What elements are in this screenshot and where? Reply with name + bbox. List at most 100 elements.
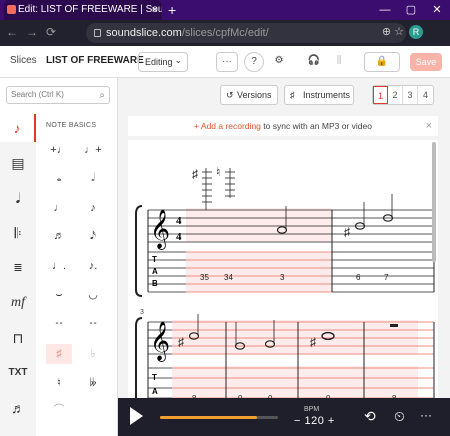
category-note-icon[interactable]: ♪ (0, 114, 36, 142)
symbol-dotted-quarter[interactable]: ♩. (46, 256, 72, 276)
tab-letter-a: A (152, 267, 158, 276)
nav-buttons[interactable]: ←→⟳ (6, 25, 64, 39)
symbol-flat[interactable]: ♭ (80, 344, 106, 364)
section-title: NOTE BASICS (46, 122, 97, 129)
category-text-icon[interactable]: TXT (0, 359, 36, 387)
symbol-dotted-eighth[interactable]: ♪. (80, 256, 106, 276)
lock-dropdown-icon[interactable]: 🔒 (364, 52, 400, 72)
breadcrumb-slices[interactable]: Slices (10, 55, 37, 66)
maximize-button[interactable]: ▢ (398, 0, 424, 20)
gear-icon[interactable]: ⚙ (268, 52, 290, 72)
category-articulation-icon[interactable]: 𝅘𝅥 (0, 184, 36, 212)
symbol-triplet-b[interactable]: ⁃⁃ (80, 314, 106, 334)
tab-fret[interactable]: 7 (384, 273, 389, 282)
tab-letter-b: B (152, 279, 158, 288)
notation-sidebar: Search (Ctrl K) ⌕ ♪ ▤ 𝅘𝅥 𝄆 ≣ mf ⊓ TXT ♬ … (0, 78, 118, 436)
notice-text: to sync with an MP3 or video (260, 121, 372, 131)
versions-label: Versions (237, 90, 272, 100)
symbol-triplet-a[interactable]: ⁃⁃ (46, 314, 72, 334)
bpm-control[interactable]: − 120 + (294, 415, 335, 427)
tab-title: Edit: LIST OF FREEWARE | Soundslice (18, 4, 162, 15)
tab-fret[interactable]: 34 (224, 273, 233, 282)
page-3-button[interactable]: 3 (403, 86, 418, 104)
svg-text:♯: ♯ (344, 225, 350, 239)
page-2-button[interactable]: 2 (388, 86, 403, 104)
add-recording-link[interactable]: + Add a recording (194, 121, 261, 131)
help-icon[interactable]: ? (244, 52, 264, 72)
history-icon: ↺ (226, 90, 234, 100)
more-icon[interactable]: ··· (420, 408, 432, 422)
address-bar: ←→⟳ soundslice.com/slices/cpfMc/edit/ ⊕ … (0, 20, 450, 46)
add-recording-banner: + Add a recording to sync with an MP3 or… (128, 116, 438, 136)
time-sig-top: 4 (176, 215, 182, 227)
browser-tab[interactable]: Edit: LIST OF FREEWARE | Soundslice × (4, 0, 162, 20)
symbol-quarter-note[interactable]: ♩ (46, 198, 72, 218)
category-dynamics-icon[interactable]: mf (0, 289, 36, 317)
headphones-icon[interactable]: 🎧 (303, 52, 325, 72)
versions-button[interactable]: ↺ Versions (220, 85, 278, 105)
page-title: LIST OF FREEWARE (46, 55, 144, 66)
symbol-sixteenth-note[interactable]: ♬ (46, 226, 72, 246)
symbol-eighth-note[interactable]: ♪ (80, 198, 106, 218)
tab-fret[interactable]: 35 (200, 273, 209, 282)
lock-icon (94, 29, 101, 37)
loop-icon[interactable]: ⟲ (364, 408, 376, 425)
search-icon: ⌕ (99, 90, 105, 101)
mixer-icon[interactable]: ⫼ (328, 52, 350, 72)
symbol-slur[interactable]: ◡ (80, 285, 106, 305)
bookmark-icon[interactable]: ⊕ ☆ (382, 25, 404, 38)
tab-fret[interactable]: 3 (280, 273, 285, 282)
symbol-whole-note[interactable]: 𝅝 (46, 168, 72, 188)
save-button[interactable]: Save (410, 53, 442, 71)
page-1-button[interactable]: 1 (373, 86, 388, 104)
instruments-button[interactable]: ♯ Instruments (284, 85, 354, 105)
symbol-grace-before[interactable]: +♩ (46, 140, 72, 160)
new-tab-button[interactable]: + (168, 0, 176, 20)
svg-text:♮: ♮ (216, 165, 220, 179)
category-fermata-icon[interactable]: ⊓ (0, 324, 36, 352)
symbol-thirtysecond-note[interactable]: 𝅘𝅥𝅯 (80, 226, 106, 246)
symbol-arc[interactable]: ⌒ (46, 400, 72, 420)
vertical-scrollbar[interactable] (432, 142, 436, 262)
minimize-button[interactable]: — (372, 0, 398, 20)
symbol-tie[interactable]: ⌣ (46, 285, 72, 305)
profile-avatar[interactable]: R (409, 25, 423, 39)
selection-highlight-tab (186, 252, 332, 292)
more-button[interactable]: ··· (216, 52, 238, 72)
tab-fret[interactable]: 6 (356, 273, 361, 282)
metronome-icon[interactable]: ⏲ (394, 408, 405, 425)
measure-number: 3 (140, 309, 144, 316)
svg-text:♯: ♯ (178, 335, 184, 349)
treble-clef-icon-2: 𝄞 (150, 321, 170, 362)
category-repeat-icon[interactable]: 𝄆 (0, 219, 36, 247)
tab-close-icon[interactable]: × (152, 0, 158, 20)
svg-text:♯: ♯ (192, 167, 198, 181)
category-staff-icon[interactable]: ▤ (0, 149, 36, 177)
url-field[interactable]: soundslice.com/slices/cpfMc/edit/ (86, 23, 406, 43)
app-header: Slices LIST OF FREEWARE Editing ⌄ ··· ? … (0, 46, 450, 78)
category-beam-icon[interactable]: ♬ (0, 394, 36, 422)
progress-track[interactable] (160, 416, 278, 419)
symbol-grace-after[interactable]: ♩+ (80, 140, 106, 160)
mode-dropdown[interactable]: Editing ⌄ (138, 52, 188, 72)
tab-letter-t: T (152, 373, 157, 382)
favicon-icon (7, 5, 16, 14)
progress-fill (160, 416, 257, 419)
chevron-down-icon: ⌄ (174, 55, 182, 65)
symbol-half-note[interactable]: 𝅗𝅥 (80, 168, 106, 188)
symbol-double-flat[interactable]: 𝄫 (80, 373, 106, 393)
play-icon[interactable] (130, 407, 143, 425)
system-1: 𝄞 4 4 T A B ♯ ♮ ♯ 35 34 3 6 7 (135, 165, 435, 297)
symbol-natural[interactable]: ♮ (46, 373, 72, 393)
score-area: ↺ Versions ♯ Instruments 1 2 3 4 + Add a… (118, 78, 450, 436)
score-svg[interactable]: 𝄞 4 4 T A B ♯ ♮ ♯ 35 34 3 6 7 3 𝄞 T A ♯ … (128, 140, 438, 436)
selection-highlight (186, 208, 332, 242)
search-input[interactable]: Search (Ctrl K) ⌕ (6, 86, 110, 104)
close-icon[interactable]: × (426, 116, 432, 136)
page-4-button[interactable]: 4 (418, 86, 433, 104)
symbol-sharp[interactable]: ♯ (46, 344, 72, 364)
close-window-button[interactable]: ✕ (424, 0, 450, 20)
tab-letter-a: A (152, 387, 158, 396)
browser-tab-bar: Edit: LIST OF FREEWARE | Soundslice × + … (0, 0, 450, 20)
category-tuplet-icon[interactable]: ≣ (0, 254, 36, 282)
